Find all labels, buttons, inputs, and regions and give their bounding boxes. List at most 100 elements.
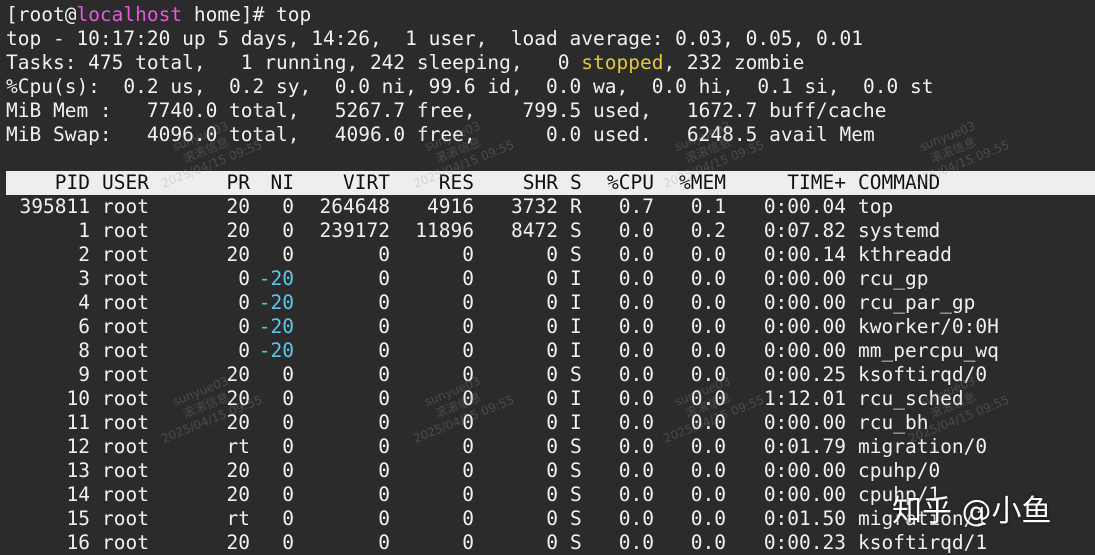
cell-ni: 0 <box>282 195 294 218</box>
cell-res: 0 <box>462 243 474 266</box>
summary-cpu: %Cpu(s): 0.2 us, 0.2 sy, 0.0 ni, 99.6 id… <box>6 75 934 98</box>
shell-prompt: [root@localhost home]# top <box>6 3 311 27</box>
cell-s: I <box>570 267 582 290</box>
col-state: S <box>570 171 582 194</box>
cell-shr: 0 <box>546 531 558 554</box>
cell-time: 0:00.00 <box>763 459 846 482</box>
cell-command: rcu_gp <box>858 267 929 290</box>
cell-pr: rt <box>226 507 250 530</box>
zhihu-brand-watermark: 知乎 @小鱼 <box>892 494 1052 529</box>
cell-pr: 0 <box>238 315 250 338</box>
cell-mem: 0.0 <box>690 507 726 530</box>
cell-time: 0:07.82 <box>763 219 846 242</box>
cell-pid: 16 <box>66 531 90 554</box>
cell-time: 0:00.00 <box>763 291 846 314</box>
cell-virt: 264648 <box>319 195 390 218</box>
col-pid: PID <box>54 171 90 194</box>
cell-res: 0 <box>462 459 474 482</box>
cell-user: root <box>102 363 149 386</box>
cell-cpu: 0.0 <box>618 291 654 314</box>
cell-command: cpuhp/0 <box>858 459 941 482</box>
cell-pid: 6 <box>78 315 90 338</box>
cell-mem: 0.1 <box>690 195 726 218</box>
cell-mem: 0.0 <box>690 243 726 266</box>
process-row: 13 root 20 0 0 0 0 S 0.0 0.0 0:00.00 cpuhp/0 <box>0 459 1095 483</box>
cell-pr: 20 <box>226 243 250 266</box>
prompt-host: localhost <box>76 3 183 26</box>
cell-time: 0:00.25 <box>763 363 846 386</box>
cell-command: systemd <box>858 219 941 242</box>
cell-res: 0 <box>462 531 474 554</box>
cell-user: root <box>102 195 149 218</box>
cell-virt: 0 <box>378 483 390 506</box>
cell-virt: 0 <box>378 531 390 554</box>
cell-shr: 0 <box>546 435 558 458</box>
col-shr: SHR <box>522 171 558 194</box>
cell-shr: 3732 <box>511 195 558 218</box>
cell-s: I <box>570 315 582 338</box>
cell-ni: 0 <box>282 411 294 434</box>
cell-virt: 0 <box>378 435 390 458</box>
cell-mem: 0.0 <box>690 315 726 338</box>
cell-mem: 0.0 <box>690 291 726 314</box>
cell-pid: 1 <box>78 219 90 242</box>
cell-cpu: 0.0 <box>618 411 654 434</box>
cell-command: mm_percpu_wq <box>858 339 999 362</box>
cell-virt: 0 <box>378 363 390 386</box>
cell-ni: 0 <box>282 483 294 506</box>
cell-cpu: 0.0 <box>618 531 654 554</box>
prompt-command: home]# top <box>182 3 312 26</box>
process-row: 9 root 20 0 0 0 0 S 0.0 0.0 0:00.25 ksoftirqd/0 <box>0 363 1095 387</box>
cell-cpu: 0.0 <box>618 315 654 338</box>
cell-pid: 15 <box>66 507 90 530</box>
cell-res: 0 <box>462 339 474 362</box>
cell-s: S <box>570 531 582 554</box>
cell-command: migration/0 <box>858 435 988 458</box>
cell-ni: 0 <box>282 459 294 482</box>
cell-virt: 239172 <box>319 219 390 242</box>
cell-pid: 10 <box>66 387 90 410</box>
cell-s: S <box>570 363 582 386</box>
cell-shr: 0 <box>546 483 558 506</box>
cell-cpu: 0.0 <box>618 387 654 410</box>
cell-ni: 0 <box>282 243 294 266</box>
terminal-window[interactable]: [root@localhost home]# top top - 10:17:2… <box>0 0 1095 554</box>
cell-cpu: 0.7 <box>618 195 654 218</box>
cell-s: S <box>570 483 582 506</box>
cell-shr: 0 <box>546 459 558 482</box>
cell-pr: 20 <box>226 459 250 482</box>
cell-pr: 20 <box>226 531 250 554</box>
cell-virt: 0 <box>378 387 390 410</box>
cell-mem: 0.2 <box>690 219 726 242</box>
process-row: 1 root 20 0 239172 11896 8472 S 0.0 0.2 0:07.82 sys… <box>0 219 1095 243</box>
cell-cpu: 0.0 <box>618 339 654 362</box>
cell-s: R <box>570 195 582 218</box>
cell-time: 0:00.14 <box>763 243 846 266</box>
cell-pid: 3 <box>78 267 90 290</box>
cell-s: S <box>570 459 582 482</box>
cell-virt: 0 <box>378 339 390 362</box>
cell-time: 0:00.04 <box>763 195 846 218</box>
cell-shr: 0 <box>546 315 558 338</box>
cell-time: 0:00.00 <box>763 339 846 362</box>
summary-tasks: Tasks: 475 total, 1 running, 242 sleepin… <box>6 51 804 75</box>
cell-virt: 0 <box>378 243 390 266</box>
cell-ni: -20 <box>258 291 294 314</box>
cell-s: I <box>570 411 582 434</box>
cell-ni: 0 <box>282 219 294 242</box>
cell-ni: -20 <box>258 315 294 338</box>
cell-cpu: 0.0 <box>618 243 654 266</box>
cell-time: 0:00.00 <box>763 267 846 290</box>
cell-time: 0:00.00 <box>763 411 846 434</box>
cell-user: root <box>102 315 149 338</box>
cell-pr: 20 <box>226 483 250 506</box>
cell-time: 0:00.00 <box>763 315 846 338</box>
cell-command: kthreadd <box>858 243 952 266</box>
prompt-open: [root@ <box>6 3 77 26</box>
cell-s: I <box>570 339 582 362</box>
col-time: TIME+ <box>787 171 846 194</box>
cell-command: top <box>858 195 894 218</box>
cell-pid: 395811 <box>19 195 90 218</box>
cell-cpu: 0.0 <box>618 459 654 482</box>
cell-res: 0 <box>462 483 474 506</box>
